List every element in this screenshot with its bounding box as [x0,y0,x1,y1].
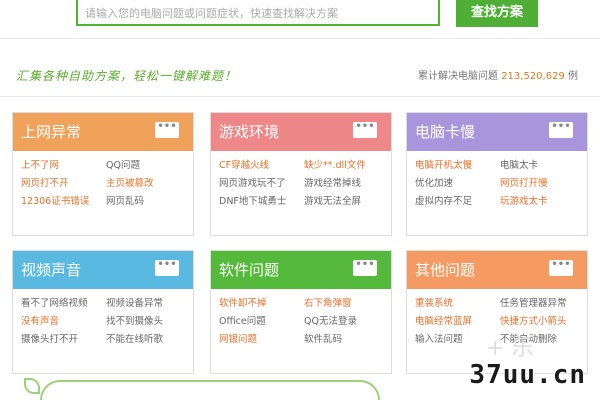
card-header[interactable]: 电脑卡慢 ••• [407,113,587,151]
search-button[interactable]: 查找方案 [456,0,538,27]
issue-link[interactable]: Office问题 [219,313,304,329]
card-title: 上网异常 [21,123,82,141]
card-row: 网页打不开 主页被篡改 [21,175,193,191]
issue-link[interactable]: 网页游戏玩不了 [219,175,304,191]
card-header[interactable]: 游戏环境 ••• [211,113,391,151]
issue-link[interactable]: 游戏经常掉线 [304,175,389,191]
issue-link[interactable]: 主页被篡改 [106,175,191,191]
slogan: 汇集各种自助方案，轻松一键解难题！ [16,69,238,83]
card-title: 视频声音 [21,261,82,279]
card-row: 上不了网 QQ问题 [21,157,193,173]
stats-prefix: 累计解决电脑问题 [418,71,498,82]
issue-link[interactable]: 没有声音 [21,313,106,329]
card-row: Office问题 QQ无法登录 [219,313,391,329]
issue-link[interactable]: 找不到摄像头 [106,313,191,329]
card-network-issues: 上网异常 ••• 上不了网 QQ问题 网页打不开 主页被篡改 12306证书错误 网页乱码 [12,112,194,236]
card-title: 软件问题 [219,261,280,279]
issue-link[interactable]: QQ问题 [106,157,191,173]
issue-link[interactable]: 右下角弹窗 [304,295,389,311]
stats-suffix: 例 [568,71,578,82]
card-title: 电脑卡慢 [415,123,476,141]
card-game-environment: 游戏环境 ••• CF穿越火线 缺少**.dll文件 网页游戏玩不了 游戏经常掉线 DNF地… [210,112,392,236]
card-row: 12306证书错误 网页乱码 [21,193,193,209]
issue-link[interactable]: 上不了网 [21,157,106,173]
card-row: 优化加速 网页打开慢 [415,175,587,191]
issue-link[interactable]: 电脑太卡 [500,157,585,173]
card-row: 网银问题 软件乱码 [219,331,391,347]
issue-link[interactable]: 摄像头打不开 [21,331,106,347]
issue-link[interactable]: DNF地下城勇士 [219,193,304,209]
issue-link[interactable]: 视频设备异常 [106,295,191,311]
issue-link[interactable]: 缺少**.dll文件 [304,157,389,173]
more-icon[interactable]: ••• [549,260,573,276]
more-icon[interactable]: ••• [353,260,377,276]
issue-link[interactable]: 电脑经常蓝屏 [415,313,500,329]
card-row: 电脑开机太慢 电脑太卡 [415,157,587,173]
issue-link[interactable]: 网银问题 [219,331,304,347]
card-header[interactable]: 软件问题 ••• [211,251,391,289]
issue-link[interactable]: 电脑开机太慢 [415,157,500,173]
issue-link[interactable]: 玩游戏太卡 [500,193,585,209]
issue-link[interactable]: 软件卸不掉 [219,295,304,311]
card-row: 电脑经常蓝屏 快捷方式小箭头 [415,313,587,329]
issue-link[interactable]: 12306证书错误 [21,193,106,209]
issue-link[interactable]: CF穿越火线 [219,157,304,173]
card-software-issues: 软件问题 ••• 软件卸不掉 右下角弹窗 Office问题 QQ无法登录 网银问题 软件乱码 [210,250,392,374]
stats-counter: 累计解决电脑问题 213,520,629 例 [418,67,578,82]
issue-link[interactable]: QQ无法登录 [304,313,389,329]
more-icon[interactable]: ••• [155,260,179,276]
more-icon[interactable]: ••• [353,122,377,138]
card-slow-computer: 电脑卡慢 ••• 电脑开机太慢 电脑太卡 优化加速 网页打开慢 虚拟内存不足 玩游戏太卡 [406,112,588,236]
issue-link[interactable]: 不能在线听歌 [106,331,191,347]
divider [0,96,600,97]
site-watermark: 37uu.cn [469,360,586,390]
card-video-sound: 视频声音 ••• 看不了网络视频 视频设备异常 没有声音 找不到摄像头 摄像头打不开 不能在线… [12,250,194,374]
card-row: 网页游戏玩不了 游戏经常掉线 [219,175,391,191]
leaf-icon [24,378,40,394]
issue-link[interactable]: 虚拟内存不足 [415,193,500,209]
issue-link[interactable]: 重装系统 [415,295,500,311]
issue-link[interactable]: 网页打开慢 [500,175,585,191]
card-header[interactable]: 其他问题 ••• [407,251,587,289]
card-row: 看不了网络视频 视频设备异常 [21,295,193,311]
faint-watermark: + 乐 [486,336,534,361]
more-icon[interactable]: ••• [155,122,179,138]
issue-link[interactable]: 看不了网络视频 [21,295,106,311]
stats-count: 213,520,629 [501,71,565,82]
card-header[interactable]: 视频声音 ••• [13,251,193,289]
card-row: 虚拟内存不足 玩游戏太卡 [415,193,587,209]
help-bubble [40,380,380,400]
issue-link[interactable]: 网页乱码 [106,193,191,209]
search-input[interactable]: 请输入您的电脑问题或问题症状，快速查找解决方案 [76,0,440,26]
card-title: 其他问题 [415,261,476,279]
more-icon[interactable]: ••• [549,122,573,138]
issue-link[interactable]: 快捷方式小箭头 [500,313,585,329]
issue-link[interactable]: 网页打不开 [21,175,106,191]
card-row: 没有声音 找不到摄像头 [21,313,193,329]
issue-link[interactable]: 任务管理器异常 [500,295,585,311]
divider [0,38,600,39]
card-row: 摄像头打不开 不能在线听歌 [21,331,193,347]
card-row: 软件卸不掉 右下角弹窗 [219,295,391,311]
issue-link[interactable]: 优化加速 [415,175,500,191]
issue-link[interactable]: 游戏无法全屏 [304,193,389,209]
card-header[interactable]: 上网异常 ••• [13,113,193,151]
card-row: 重装系统 任务管理器异常 [415,295,587,311]
card-row: DNF地下城勇士 游戏无法全屏 [219,193,391,209]
card-title: 游戏环境 [219,123,280,141]
issue-link[interactable]: 软件乱码 [304,331,389,347]
card-row: CF穿越火线 缺少**.dll文件 [219,157,391,173]
